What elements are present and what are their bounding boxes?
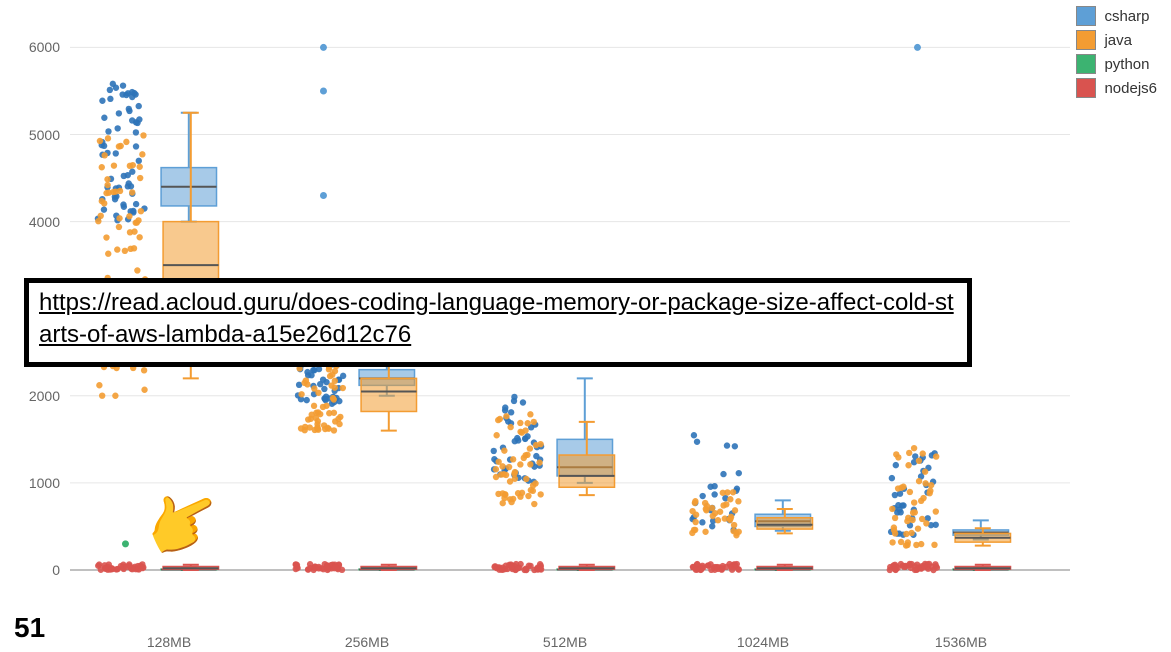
x-tick-label: 1024MB xyxy=(737,634,789,650)
y-tick-label: 6000 xyxy=(20,39,60,55)
x-tick-label: 1536MB xyxy=(935,634,987,650)
legend-swatch-icon xyxy=(1076,54,1096,74)
legend-swatch-icon xyxy=(1076,6,1096,26)
y-tick-label: 5000 xyxy=(20,127,60,143)
legend-label: nodejs6 xyxy=(1104,80,1157,97)
legend-item-python: python xyxy=(1076,54,1157,74)
url-callout-box: https://read.acloud.guru/does-coding-lan… xyxy=(24,278,972,367)
y-tick-label: 0 xyxy=(20,562,60,578)
legend-item-nodejs6: nodejs6 xyxy=(1076,78,1157,98)
legend-label: csharp xyxy=(1104,8,1149,25)
y-tick-label: 4000 xyxy=(20,214,60,230)
x-tick-label: 128MB xyxy=(147,634,191,650)
slide-number: 51 xyxy=(14,612,45,644)
legend-swatch-icon xyxy=(1076,30,1096,50)
legend-label: java xyxy=(1104,32,1132,49)
source-url[interactable]: https://read.acloud.guru/does-coding-lan… xyxy=(39,289,954,348)
legend-swatch-icon xyxy=(1076,78,1096,98)
legend-item-java: java xyxy=(1076,30,1157,50)
legend-label: python xyxy=(1104,56,1149,73)
chart-legend: csharp java python nodejs6 xyxy=(1076,6,1157,98)
y-tick-label: 1000 xyxy=(20,475,60,491)
y-tick-label: 2000 xyxy=(20,388,60,404)
x-tick-label: 256MB xyxy=(345,634,389,650)
legend-item-csharp: csharp xyxy=(1076,6,1157,26)
x-tick-label: 512MB xyxy=(543,634,587,650)
